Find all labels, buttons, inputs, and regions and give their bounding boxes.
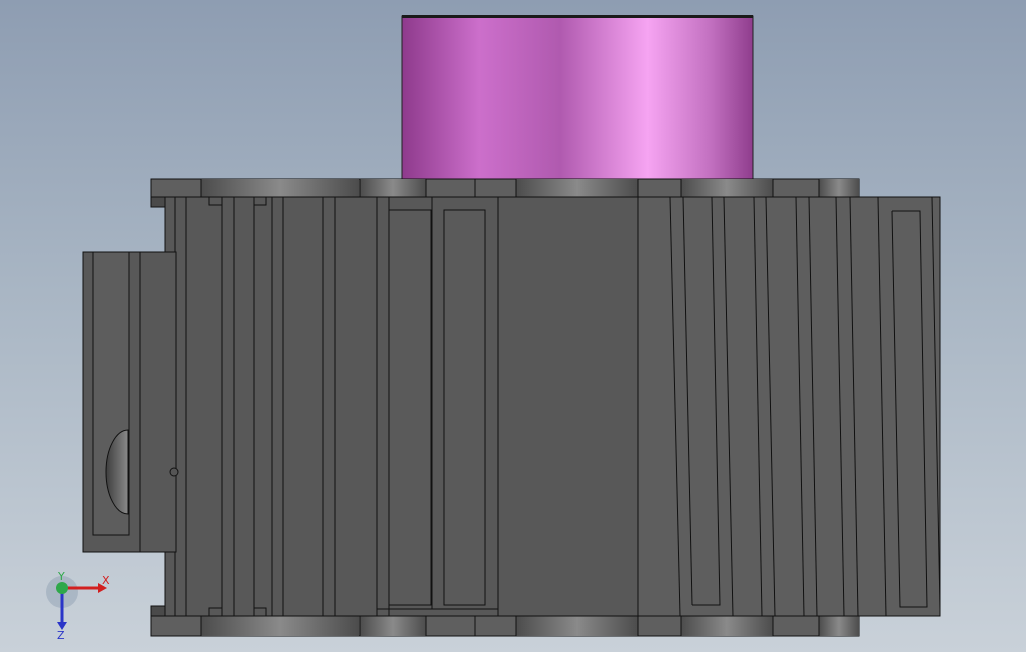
z-axis-label: Z bbox=[57, 629, 65, 640]
orientation-triad: X Y Z bbox=[46, 570, 110, 640]
bottom-flange[interactable] bbox=[150, 615, 860, 637]
top-flange[interactable] bbox=[150, 178, 860, 198]
top-cylinder[interactable] bbox=[401, 15, 754, 181]
graphics-viewport[interactable]: X Y Z bbox=[0, 0, 1026, 652]
left-hub[interactable] bbox=[82, 251, 179, 553]
y-axis-label: Y bbox=[57, 570, 65, 583]
x-axis-label: X bbox=[102, 574, 110, 587]
main-body[interactable] bbox=[164, 196, 941, 617]
cad-model[interactable] bbox=[0, 0, 1026, 652]
y-axis-dot bbox=[56, 582, 68, 594]
